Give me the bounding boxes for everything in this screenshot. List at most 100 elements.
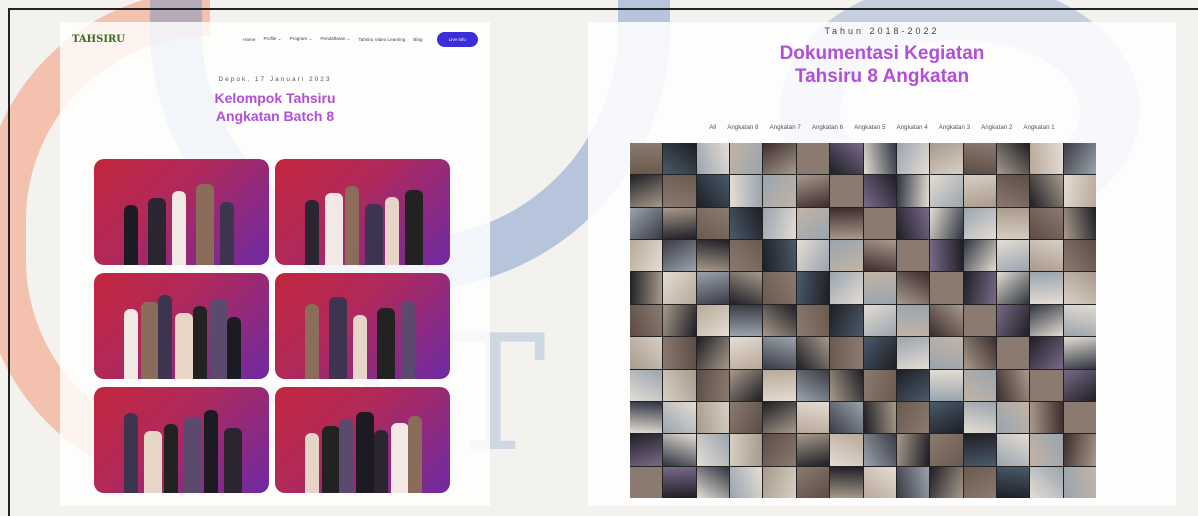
gallery-photo-tile[interactable] xyxy=(796,240,830,272)
gallery-photo-tile[interactable] xyxy=(696,304,730,337)
site-logo[interactable]: TAHSIRU xyxy=(72,34,152,45)
gallery-photo-tile[interactable] xyxy=(896,369,930,401)
gallery-photo-tile[interactable] xyxy=(996,175,1030,207)
gallery-photo-tile[interactable] xyxy=(730,401,763,434)
gallery-photo-tile[interactable] xyxy=(930,337,963,369)
gallery-photo-tile[interactable] xyxy=(863,143,896,175)
gallery-photo-tile[interactable] xyxy=(896,143,930,175)
gallery-photo-tile[interactable] xyxy=(796,337,830,369)
group-photo[interactable] xyxy=(275,387,450,493)
gallery-photo-tile[interactable] xyxy=(863,434,896,466)
filter-angkatan-4[interactable]: Angkatan 4 xyxy=(896,124,927,131)
gallery-photo-tile[interactable] xyxy=(896,401,930,434)
filter-angkatan-2[interactable]: Angkatan 2 xyxy=(981,124,1012,131)
gallery-photo-tile[interactable] xyxy=(963,304,996,337)
gallery-photo-tile[interactable] xyxy=(830,304,863,337)
gallery-photo-tile[interactable] xyxy=(763,466,796,498)
gallery-photo-tile[interactable] xyxy=(963,434,996,466)
gallery-photo-tile[interactable] xyxy=(996,434,1030,466)
gallery-photo-tile[interactable] xyxy=(763,143,796,175)
gallery-photo-tile[interactable] xyxy=(930,466,963,498)
gallery-photo-tile[interactable] xyxy=(863,369,896,401)
gallery-photo-tile[interactable] xyxy=(830,434,863,466)
gallery-photo-tile[interactable] xyxy=(996,240,1030,272)
gallery-photo-tile[interactable] xyxy=(930,143,963,175)
gallery-photo-tile[interactable] xyxy=(696,240,730,272)
gallery-photo-tile[interactable] xyxy=(630,369,663,401)
gallery-photo-tile[interactable] xyxy=(963,337,996,369)
gallery-photo-tile[interactable] xyxy=(730,434,763,466)
gallery-photo-tile[interactable] xyxy=(996,466,1030,498)
gallery-photo-tile[interactable] xyxy=(796,207,830,240)
gallery-photo-tile[interactable] xyxy=(830,401,863,434)
gallery-photo-tile[interactable] xyxy=(930,207,963,240)
gallery-photo-tile[interactable] xyxy=(630,240,663,272)
filter-angkatan-7[interactable]: Angkatan 7 xyxy=(770,124,801,131)
gallery-photo-tile[interactable] xyxy=(696,207,730,240)
gallery-photo-tile[interactable] xyxy=(1063,175,1096,207)
gallery-photo-tile[interactable] xyxy=(1063,434,1096,466)
gallery-photo-tile[interactable] xyxy=(763,272,796,304)
gallery-photo-tile[interactable] xyxy=(963,143,996,175)
gallery-photo-tile[interactable] xyxy=(630,401,663,434)
gallery-photo-tile[interactable] xyxy=(863,272,896,304)
gallery-photo-tile[interactable] xyxy=(630,466,663,498)
gallery-photo-tile[interactable] xyxy=(963,369,996,401)
group-photo[interactable] xyxy=(275,273,450,379)
gallery-photo-tile[interactable] xyxy=(1063,272,1096,304)
group-photo[interactable] xyxy=(94,387,269,493)
gallery-photo-tile[interactable] xyxy=(696,143,730,175)
filter-all[interactable]: All xyxy=(709,124,716,131)
gallery-photo-tile[interactable] xyxy=(863,207,896,240)
gallery-photo-tile[interactable] xyxy=(896,466,930,498)
gallery-photo-tile[interactable] xyxy=(763,304,796,337)
gallery-photo-tile[interactable] xyxy=(896,240,930,272)
gallery-photo-tile[interactable] xyxy=(663,240,696,272)
nav-program[interactable]: Program ⌄ xyxy=(290,36,313,42)
gallery-photo-tile[interactable] xyxy=(763,434,796,466)
group-photo[interactable] xyxy=(94,159,269,265)
nav-blog[interactable]: Blog xyxy=(413,37,422,42)
gallery-photo-tile[interactable] xyxy=(630,304,663,337)
gallery-photo-tile[interactable] xyxy=(996,337,1030,369)
gallery-photo-tile[interactable] xyxy=(830,143,863,175)
gallery-photo-tile[interactable] xyxy=(663,304,696,337)
filter-angkatan-5[interactable]: Angkatan 5 xyxy=(854,124,885,131)
gallery-photo-tile[interactable] xyxy=(730,175,763,207)
gallery-photo-tile[interactable] xyxy=(796,401,830,434)
gallery-photo-tile[interactable] xyxy=(730,304,763,337)
gallery-photo-tile[interactable] xyxy=(630,434,663,466)
gallery-photo-tile[interactable] xyxy=(763,401,796,434)
filter-angkatan-8[interactable]: Angkatan 8 xyxy=(727,124,758,131)
gallery-photo-tile[interactable] xyxy=(996,401,1030,434)
gallery-photo-tile[interactable] xyxy=(1030,466,1063,498)
gallery-photo-tile[interactable] xyxy=(896,304,930,337)
gallery-photo-tile[interactable] xyxy=(1030,240,1063,272)
gallery-photo-tile[interactable] xyxy=(763,369,796,401)
gallery-photo-tile[interactable] xyxy=(1063,369,1096,401)
gallery-photo-tile[interactable] xyxy=(896,175,930,207)
gallery-photo-tile[interactable] xyxy=(663,272,696,304)
gallery-photo-tile[interactable] xyxy=(963,272,996,304)
gallery-photo-tile[interactable] xyxy=(663,143,696,175)
gallery-photo-tile[interactable] xyxy=(1063,401,1096,434)
gallery-photo-tile[interactable] xyxy=(730,240,763,272)
gallery-photo-tile[interactable] xyxy=(696,175,730,207)
nav-home[interactable]: Home xyxy=(243,37,255,42)
gallery-photo-tile[interactable] xyxy=(863,337,896,369)
gallery-photo-tile[interactable] xyxy=(763,175,796,207)
gallery-photo-tile[interactable] xyxy=(830,240,863,272)
gallery-photo-tile[interactable] xyxy=(1030,175,1063,207)
gallery-photo-tile[interactable] xyxy=(630,272,663,304)
live-info-button[interactable]: Live Info xyxy=(436,31,478,47)
gallery-photo-tile[interactable] xyxy=(896,434,930,466)
gallery-photo-tile[interactable] xyxy=(696,434,730,466)
gallery-photo-tile[interactable] xyxy=(796,304,830,337)
filter-angkatan-6[interactable]: Angkatan 6 xyxy=(812,124,843,131)
gallery-photo-tile[interactable] xyxy=(696,369,730,401)
gallery-photo-tile[interactable] xyxy=(1030,207,1063,240)
gallery-photo-tile[interactable] xyxy=(896,337,930,369)
gallery-photo-tile[interactable] xyxy=(996,304,1030,337)
nav-pendaftaran[interactable]: Pendaftaran ⌄ xyxy=(320,36,350,42)
gallery-photo-tile[interactable] xyxy=(1063,337,1096,369)
